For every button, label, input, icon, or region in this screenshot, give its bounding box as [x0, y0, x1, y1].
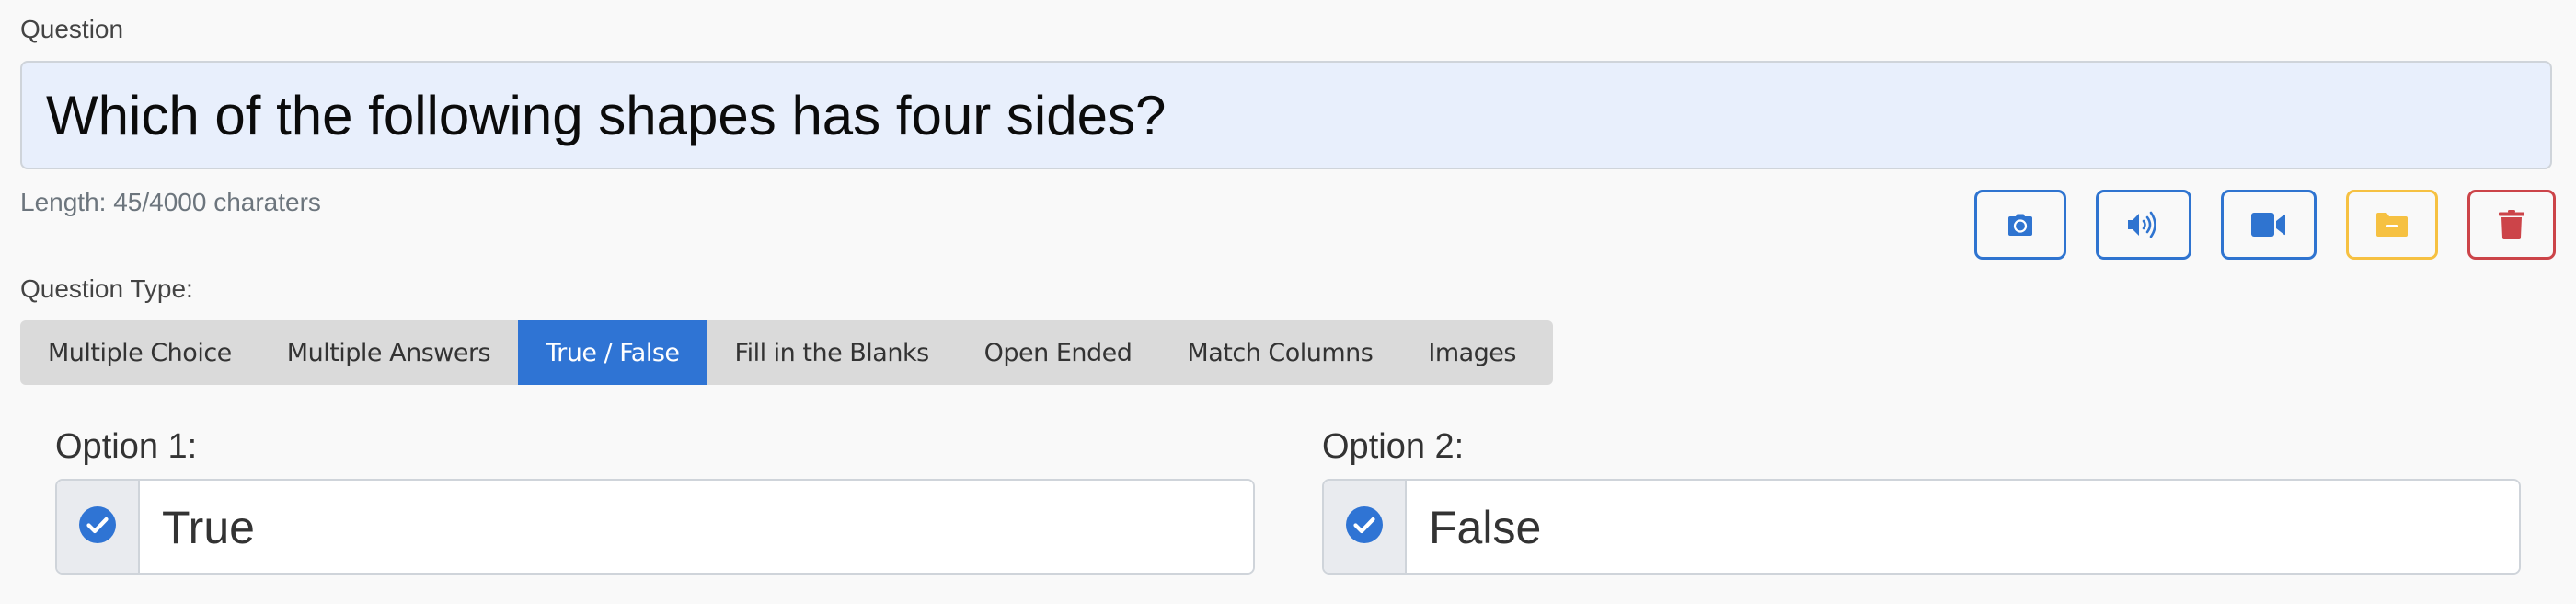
camera-icon — [2008, 214, 2032, 236]
option-2-correct-toggle[interactable] — [1324, 481, 1407, 573]
volume-icon — [2128, 211, 2159, 238]
option-1-input[interactable] — [140, 481, 1253, 573]
option-1-label: Option 1: — [55, 427, 198, 466]
option-2-label: Option 2: — [1322, 427, 1465, 466]
tab-match-columns[interactable]: Match Columns — [1159, 320, 1400, 385]
question-input[interactable]: Which of the following shapes has four s… — [20, 61, 2552, 169]
tab-multiple-answers[interactable]: Multiple Answers — [259, 320, 518, 385]
question-type-label: Question Type: — [20, 274, 193, 303]
add-image-button[interactable] — [1974, 190, 2066, 260]
folder-minus-icon — [2376, 213, 2408, 237]
option-2-input[interactable] — [1407, 481, 2519, 573]
tab-open-ended[interactable]: Open Ended — [957, 320, 1160, 385]
add-video-button[interactable] — [2221, 190, 2317, 260]
question-type-tabs: Multiple Choice Multiple Answers True / … — [20, 320, 1553, 385]
tab-true-false[interactable]: True / False — [518, 320, 707, 385]
tab-multiple-choice[interactable]: Multiple Choice — [20, 320, 259, 385]
question-label: Question — [20, 15, 124, 43]
video-icon — [2251, 213, 2286, 237]
check-circle-icon — [79, 505, 116, 548]
tab-fill-in-the-blanks[interactable]: Fill in the Blanks — [707, 320, 957, 385]
attach-file-button[interactable] — [2346, 190, 2438, 260]
option-2-group — [1322, 479, 2521, 575]
option-1-group — [55, 479, 1255, 575]
delete-button[interactable] — [2467, 190, 2556, 260]
tab-images[interactable]: Images — [1400, 320, 1544, 385]
add-audio-button[interactable] — [2096, 190, 2191, 260]
check-circle-icon — [1346, 505, 1383, 548]
option-1-correct-toggle[interactable] — [57, 481, 140, 573]
question-length-counter: Length: 45/4000 charaters — [20, 188, 321, 216]
trash-icon — [2499, 210, 2524, 239]
